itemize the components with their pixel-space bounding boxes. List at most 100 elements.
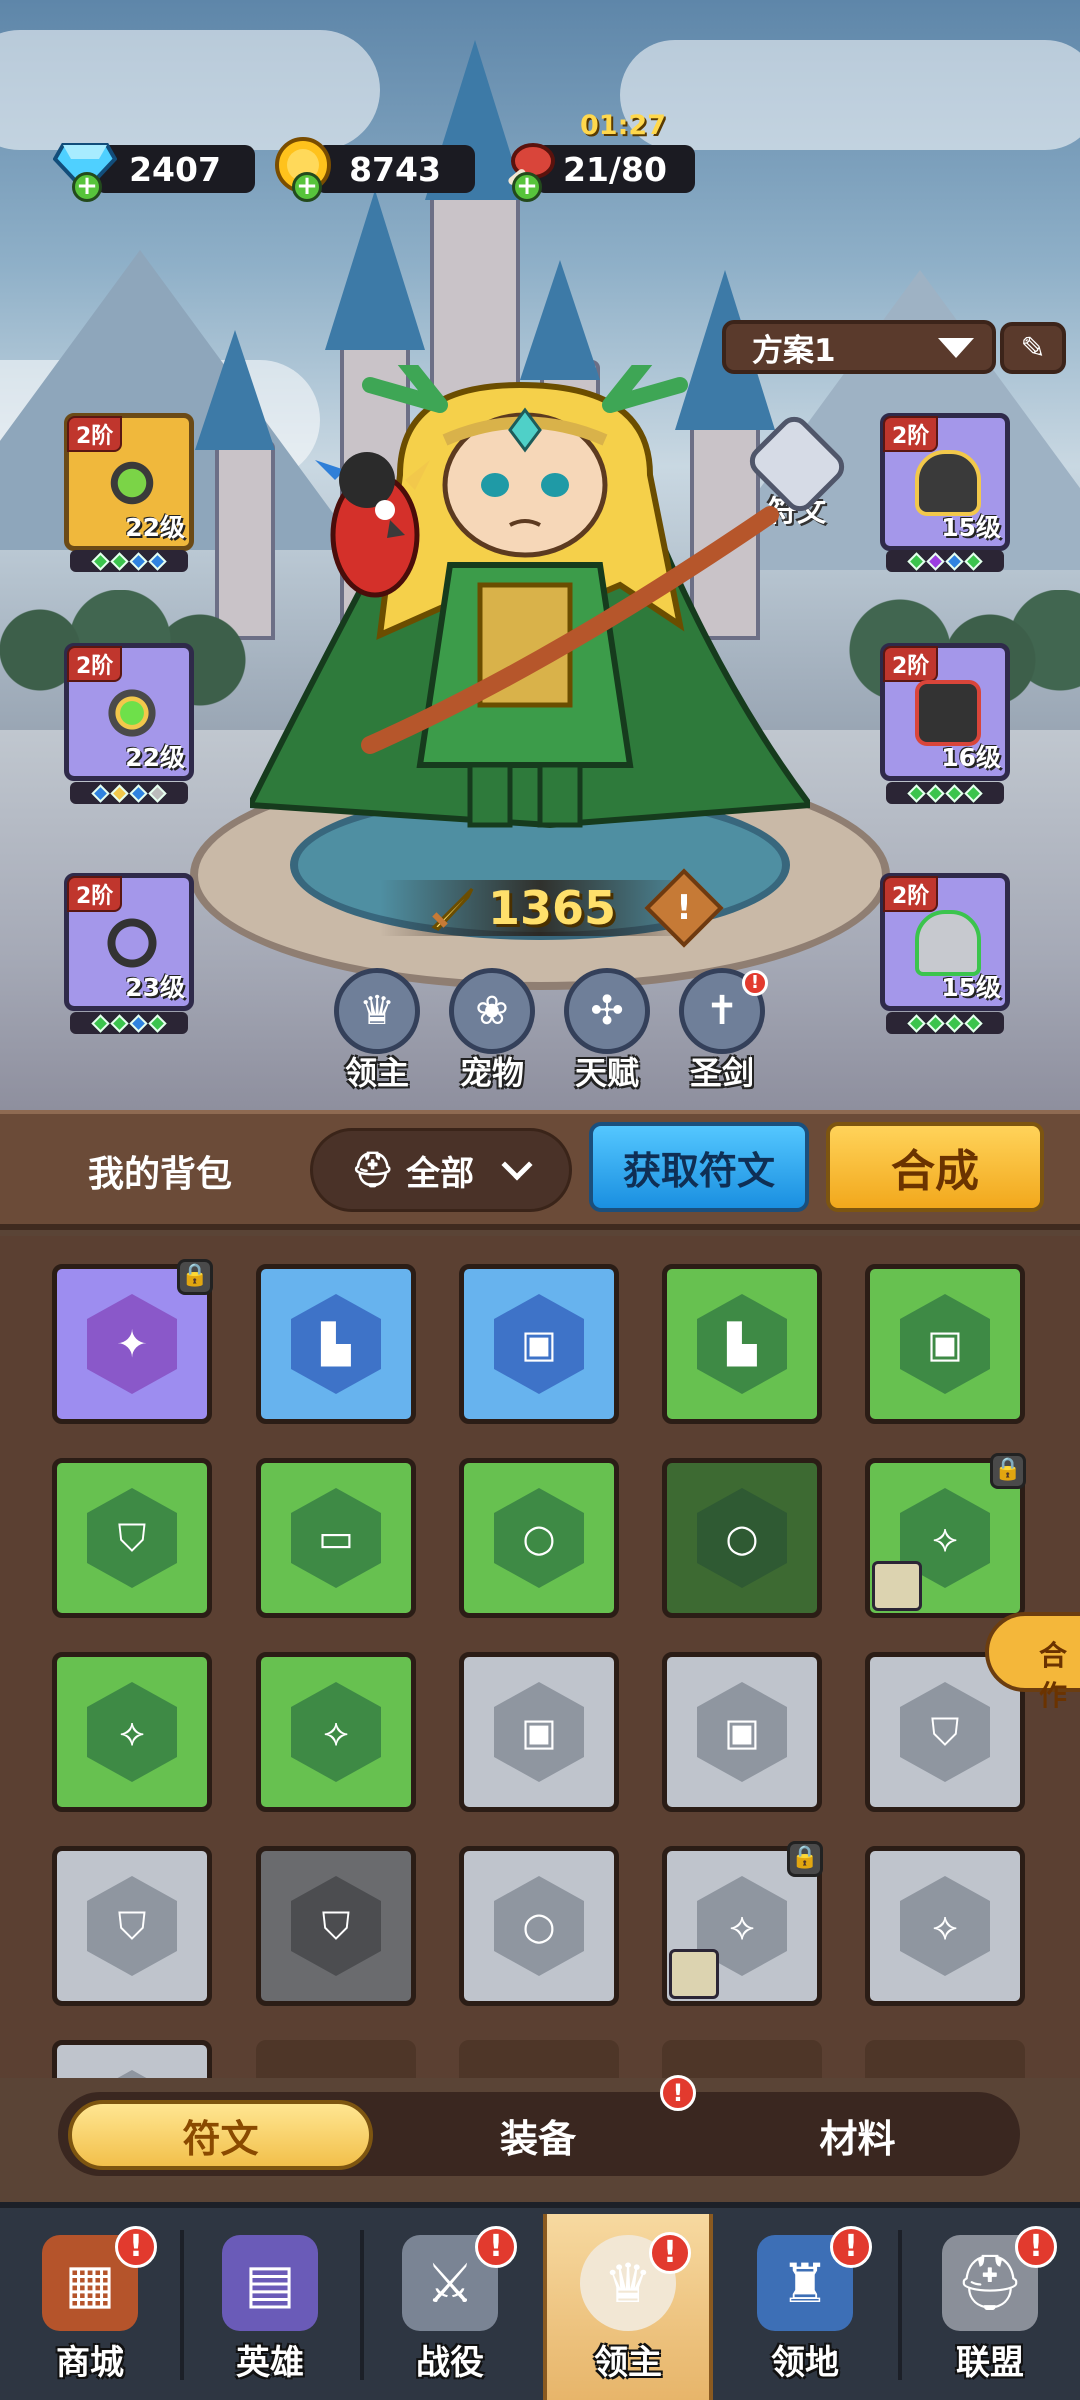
rune-slot[interactable]: ⛉	[256, 1846, 416, 2006]
lord-menu-label: 领主	[344, 1054, 409, 1092]
equip-slot-helmet[interactable]: 2阶 15级	[880, 413, 1010, 551]
rune-slot[interactable]: ○	[459, 1458, 619, 1618]
helmet-rune-icon: ⛉	[291, 1876, 381, 1976]
tab-runes[interactable]: 符文	[68, 2100, 373, 2170]
notification-badge: !	[649, 2232, 691, 2274]
empty-slot	[662, 2040, 822, 2078]
lock-icon: 🔒	[990, 1453, 1026, 1489]
nav-label: 领地	[771, 2343, 839, 2383]
crown-shield-icon: ♛	[334, 968, 420, 1054]
lord-menu-talent[interactable]: ✣ 天赋	[557, 968, 657, 1094]
pencil-icon: ✎	[1020, 330, 1046, 366]
level-label: 15级	[941, 513, 1001, 542]
gem-sockets	[70, 550, 188, 572]
level-label: 23级	[125, 973, 185, 1002]
nav-campaign[interactable]: ⚔ 战役 !	[365, 2208, 535, 2400]
empty-slot	[459, 2040, 619, 2078]
rune-slot[interactable]: ▙	[662, 1264, 822, 1424]
get-runes-button[interactable]: 获取符文	[589, 1122, 809, 1212]
nav-label: 联盟	[956, 2343, 1024, 2383]
exclamation-icon: !	[676, 888, 692, 928]
tab-label: 装备	[499, 2116, 576, 2161]
nav-label: 英雄	[236, 2343, 304, 2383]
get-runes-label: 获取符文	[622, 1148, 775, 1193]
bag-title: 我的背包	[88, 1154, 233, 1195]
nav-alliance[interactable]: ⛑ 联盟 !	[905, 2208, 1075, 2400]
lock-icon: 🔒	[787, 1841, 823, 1877]
paw-icon: ❀	[449, 968, 535, 1054]
equip-slot-boots[interactable]: 2阶 15级	[880, 873, 1010, 1011]
rune-slot[interactable]: ▣	[662, 1652, 822, 1812]
rune-slot[interactable]: ⟡	[52, 1652, 212, 1812]
rune-slot[interactable]: ▣	[459, 1264, 619, 1424]
lord-menu-label: 天赋	[574, 1054, 639, 1092]
rune-slot[interactable]: ⟡	[256, 1652, 416, 1812]
equipped-hero-avatar	[669, 1949, 719, 1999]
stamina-amount: 21/80	[563, 149, 667, 189]
cooperation-side-tab[interactable]: 合作	[985, 1612, 1080, 1712]
rune-slot[interactable]: ○	[662, 1458, 822, 1618]
tab-equipment[interactable]: 装备	[388, 2100, 688, 2170]
notification-badge: !	[742, 970, 768, 996]
rune-slot[interactable]: ▭	[256, 1458, 416, 1618]
nav-lord[interactable]: ♛ 领主 !	[543, 2214, 713, 2400]
filter-label: 全部	[406, 1153, 475, 1194]
lord-menu-pet[interactable]: ❀ 宠物	[442, 968, 542, 1094]
tab-materials[interactable]: 材料	[705, 2100, 1010, 2170]
tier-badge: 2阶	[883, 416, 939, 452]
rune-slot[interactable]: ✦ 🔒	[52, 1259, 213, 1424]
rune-slot[interactable]: ⟡	[865, 1846, 1025, 2006]
ring-rune-icon: ○	[494, 1876, 584, 1976]
tab-label: 材料	[819, 2116, 896, 2161]
helmet-rune-icon: ⛉	[87, 1488, 177, 1588]
add-gold-button[interactable]: +	[292, 172, 322, 202]
level-label: 22级	[125, 513, 185, 542]
tier-badge: 2阶	[67, 876, 123, 912]
nav-territory[interactable]: ♜ 领地 !	[720, 2208, 890, 2400]
parrot-pet[interactable]	[305, 440, 435, 610]
rune-slot[interactable]: ⛉	[52, 2040, 212, 2078]
add-diamond-button[interactable]: +	[72, 172, 102, 202]
gold-amount: 8743	[349, 149, 441, 189]
edit-plan-button[interactable]: ✎	[1000, 322, 1066, 374]
rune-slot[interactable]: ⟡ 🔒	[865, 1453, 1026, 1618]
armor-rune-icon: ▣	[697, 1682, 787, 1782]
equip-slot-necklace[interactable]: 2阶 22级	[64, 413, 194, 551]
equip-slot-ring-band[interactable]: 2阶 23级	[64, 873, 194, 1011]
lord-menu-lord[interactable]: ♛ 领主	[327, 968, 427, 1094]
empty-slot	[256, 2040, 416, 2078]
nav-shop[interactable]: ▦ 商城 !	[5, 2208, 175, 2400]
rune-inventory-grid: ✦ 🔒 ▙ ▣ ▙ ▣ ⛉ ▭ ○ ○ ⟡ 🔒 ⟡ ⟡ ▣ ▣ ⛉ ⛉ ⛉ ○ ⟡ 🔒…	[0, 1236, 1080, 2078]
gem-sockets	[70, 782, 188, 804]
equip-slot-armor[interactable]: 2阶 16级	[880, 643, 1010, 781]
shard-rune-icon: ⟡	[900, 1876, 990, 1976]
shard-rune-icon: ⟡	[291, 1682, 381, 1782]
nav-heroes[interactable]: ▤ 英雄	[185, 2208, 355, 2400]
armor-icon	[915, 680, 981, 746]
helmet-rune-icon: ⛉	[87, 2070, 177, 2078]
side-tab-label: 合作	[1039, 1639, 1068, 1712]
purple-rune-icon: ✦	[87, 1294, 177, 1394]
rune-slot[interactable]: ○	[459, 1846, 619, 2006]
rune-slot[interactable]: ▣	[459, 1652, 619, 1812]
rune-slot[interactable]: ⛉	[52, 1846, 212, 2006]
combine-button[interactable]: 合成	[826, 1122, 1044, 1212]
rune-slot[interactable]: ▙	[256, 1264, 416, 1424]
lock-icon: 🔒	[177, 1259, 213, 1295]
gem-sockets	[886, 1012, 1004, 1034]
rune-slot[interactable]: ▣	[865, 1264, 1025, 1424]
rune-slot[interactable]: ⛉	[52, 1458, 212, 1618]
equip-slot-ring-gem[interactable]: 2阶 22级	[64, 643, 194, 781]
rune-slot[interactable]: ⟡ 🔒	[662, 1841, 823, 2006]
tier-badge: 2阶	[67, 646, 123, 682]
bag-filter-dropdown[interactable]: ⛑ 全部	[310, 1128, 572, 1212]
notification-badge: !	[115, 2226, 157, 2268]
add-stamina-button[interactable]: +	[512, 172, 542, 202]
helmet-filter-icon: ⛑	[351, 1150, 395, 1190]
equipped-hero-avatar	[872, 1561, 922, 1611]
necklace-icon	[99, 450, 165, 516]
nav-label: 商城	[56, 2343, 124, 2383]
sword-icon	[431, 887, 474, 931]
chevron-down-icon	[938, 338, 974, 358]
combine-label: 合成	[891, 1146, 979, 1197]
